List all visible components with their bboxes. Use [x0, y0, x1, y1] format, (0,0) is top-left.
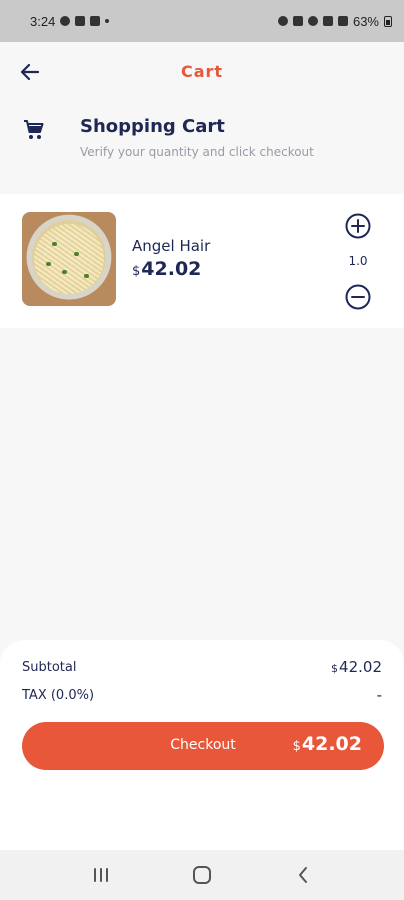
herb-garnish — [84, 274, 89, 278]
section-heading: Shopping Cart Verify your quantity and c… — [0, 110, 404, 180]
item-price-value: 42.02 — [141, 258, 202, 280]
youtube-icon — [90, 16, 101, 26]
recents-button[interactable] — [81, 855, 121, 895]
item-price: $42.02 — [132, 258, 201, 280]
checkout-total: $42.02 — [293, 733, 362, 755]
herb-garnish — [46, 262, 51, 266]
tax-label: TAX (0.0%) — [22, 688, 95, 703]
increase-quantity-button[interactable] — [345, 213, 371, 239]
checkout-button[interactable]: Checkout $42.02 — [22, 722, 384, 770]
status-time: 3:24 — [30, 13, 56, 29]
mute-icon — [292, 16, 303, 26]
status-bar: 3:24 63% — [0, 0, 404, 42]
checkout-amount: 42.02 — [301, 733, 362, 755]
cart-item: Angel Hair $42.02 1.0 — [0, 194, 404, 328]
battery-icon — [384, 15, 392, 27]
pasta-photo — [34, 224, 104, 294]
page-title: Cart — [180, 62, 224, 81]
subtotal-currency: $ — [331, 662, 339, 675]
status-left: 3:24 — [30, 13, 110, 29]
shopping-cart-icon — [24, 120, 44, 139]
system-nav-bar — [0, 850, 404, 900]
decrease-quantity-button[interactable] — [345, 284, 371, 310]
herb-garnish — [52, 242, 57, 246]
nav-back-icon — [299, 867, 308, 883]
wifi-icon — [322, 16, 333, 26]
more-notifications-icon — [105, 19, 110, 23]
subtotal-value: $42.02 — [331, 658, 382, 676]
nav-back-button[interactable] — [283, 855, 323, 895]
quantity-value: 1.0 — [348, 254, 368, 268]
order-summary: Subtotal $42.02 TAX (0.0%) - Checkout $4… — [0, 640, 404, 850]
item-name: Angel Hair — [132, 237, 211, 255]
checkout-currency: $ — [292, 739, 301, 754]
home-button[interactable] — [182, 855, 222, 895]
location-icon — [307, 16, 318, 26]
item-currency: $ — [132, 264, 141, 279]
section-subtitle: Verify your quantity and click checkout — [80, 145, 314, 159]
subtotal-label: Subtotal — [22, 660, 77, 675]
subtotal-amount: 42.02 — [339, 658, 382, 676]
section-title: Shopping Cart — [80, 116, 225, 137]
signal-icon — [337, 16, 348, 26]
tax-value: - — [376, 686, 382, 704]
herb-garnish — [62, 270, 67, 274]
item-image — [22, 212, 116, 306]
status-right: 63% — [277, 13, 392, 29]
alarm-icon — [277, 16, 288, 26]
gallery-icon — [75, 16, 86, 26]
pinwheel-icon — [60, 16, 71, 26]
herb-garnish — [74, 252, 79, 256]
app-header: Cart — [0, 42, 404, 102]
battery-percent: 63% — [352, 13, 379, 29]
recents-icon — [93, 868, 108, 882]
home-icon — [192, 866, 211, 884]
